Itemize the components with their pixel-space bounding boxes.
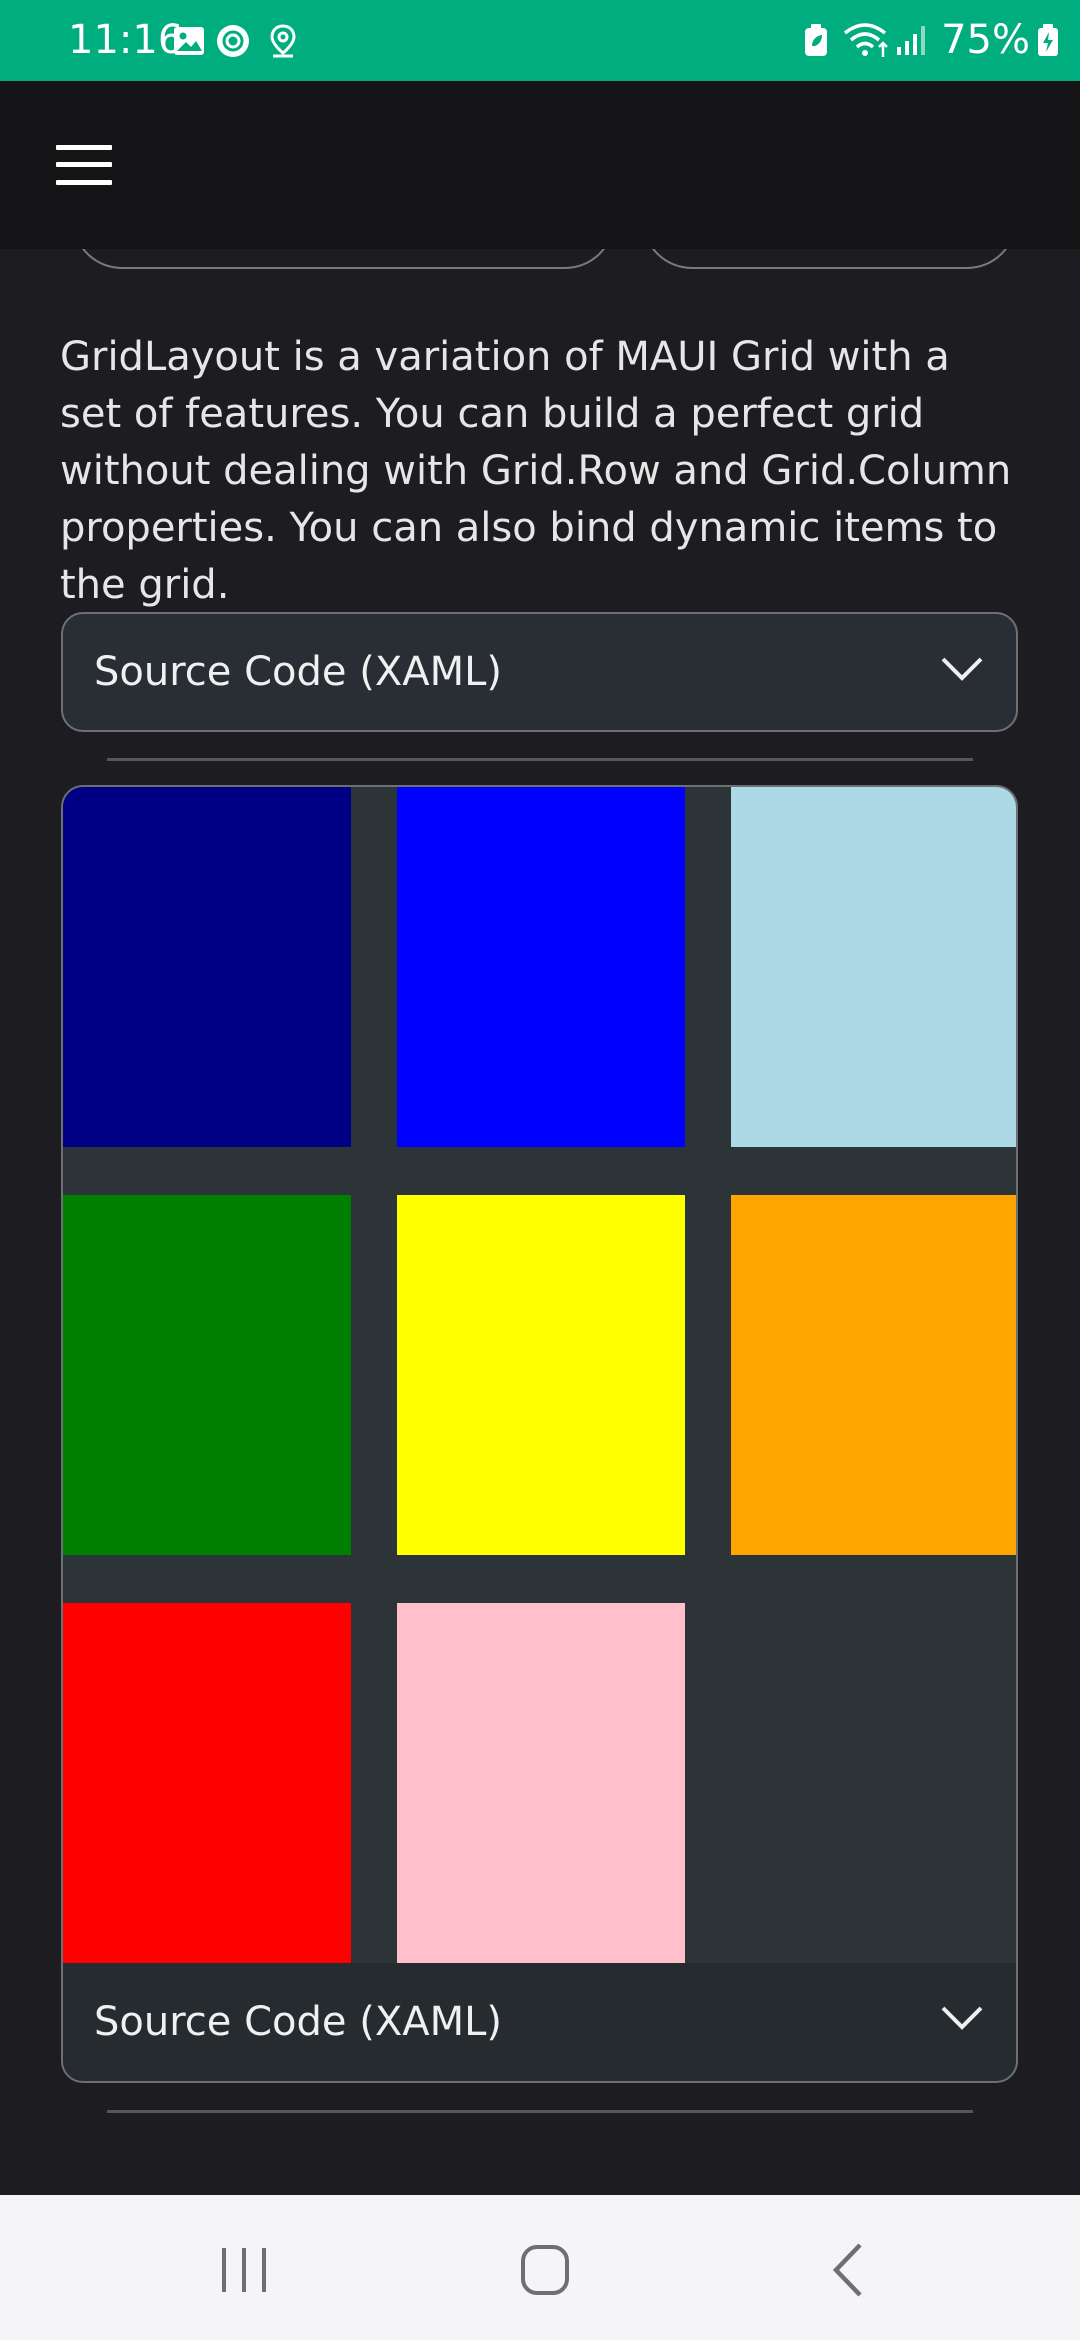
system-nav-bar [0,2195,1080,2340]
grid-source-code-expander[interactable]: Source Code (XAML) [63,1963,1016,2081]
grid-source-code-label: Source Code (XAML) [94,1999,502,2045]
hamburger-icon[interactable] [56,145,112,185]
partial-button-right[interactable] [642,249,1017,269]
image-icon [174,27,204,55]
status-time: 11:16 [68,17,184,63]
description-text: GridLayout is a variation of MAUI Grid w… [60,334,1012,608]
wifi-icon [844,23,888,57]
main-content[interactable]: GridLayout is a variation of MAUI Grid w… [0,249,1080,2195]
location-icon [270,24,296,58]
battery-saver-icon [805,24,828,56]
grid-cell-blue [397,787,685,1147]
home-icon[interactable] [505,2235,585,2305]
grid-cell-orange [731,1195,1016,1555]
signal-icon [897,26,926,55]
source-code-label: Source Code (XAML) [94,649,502,695]
partial-button-left[interactable] [72,249,615,269]
source-code-expander[interactable]: Source Code (XAML) [61,612,1018,732]
status-right-group: 75% [803,18,1060,62]
app-bar [0,81,1080,249]
grid-layout-demo: Source Code (XAML) [61,785,1018,2083]
battery-charging-icon [1038,24,1058,56]
status-bar: 11:16 75% [0,0,1080,81]
record-icon [217,25,249,57]
grid-cell-lightblue [731,787,1016,1147]
grid-cell-red [63,1603,351,1963]
chevron-down-icon [941,657,983,681]
chevron-down-icon [941,2006,983,2030]
grid-cell-yellow [397,1195,685,1555]
recent-apps-icon[interactable] [204,2235,284,2305]
grid-cell-navy [63,787,351,1147]
section-divider [107,758,973,761]
grid-cell-green [63,1195,351,1555]
back-icon[interactable] [808,2235,888,2305]
bottom-divider [107,2110,973,2113]
grid-cell-pink [397,1603,685,1963]
battery-percent: 75% [941,17,1030,63]
